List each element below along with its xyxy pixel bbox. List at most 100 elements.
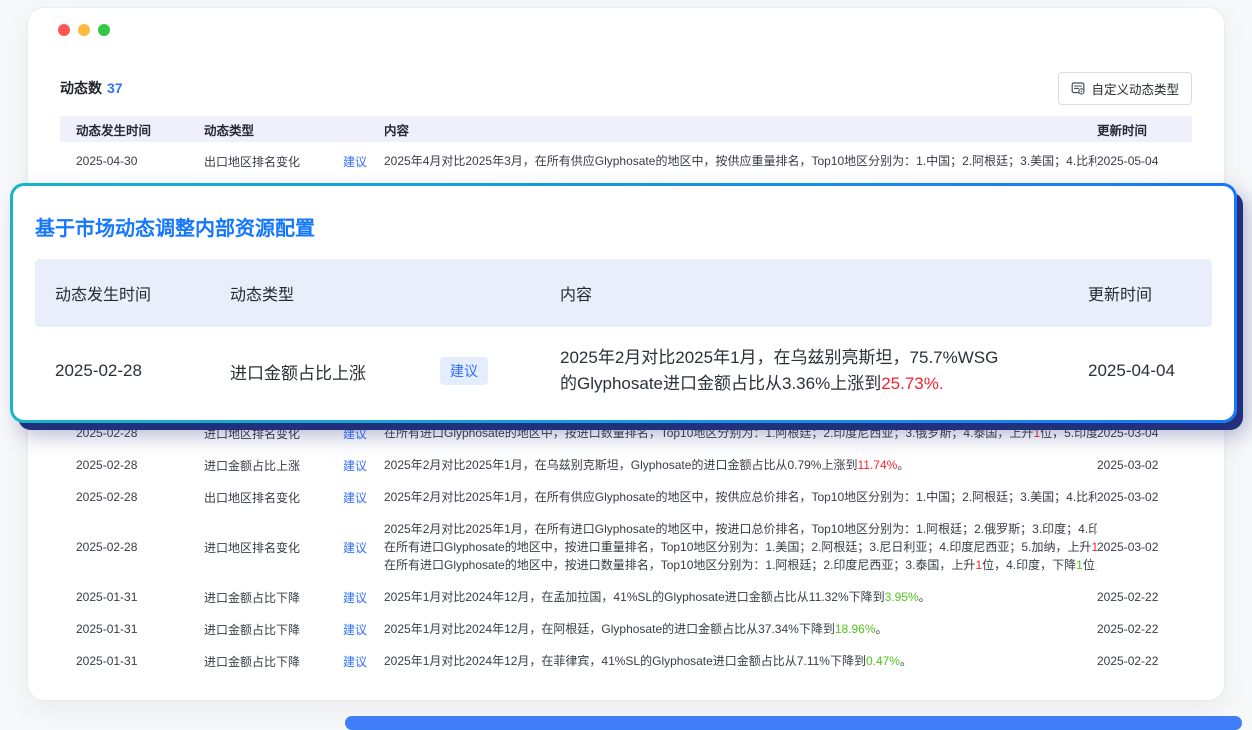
customize-form-icon (1071, 81, 1085, 95)
toolbar: 动态数 37 自定义动态类型 (60, 68, 1192, 108)
row-content: 2025年2月对比2025年1月，在所有供应Glyphosate的地区中，按供应… (384, 488, 1097, 506)
overlay-header-row: 动态发生时间 动态类型 内容 更新时间 (35, 259, 1212, 327)
row-updated: 2025-02-22 (1097, 654, 1192, 668)
content-text: 的Glyphosate进口金额占比从3.36%上涨到 (560, 374, 881, 393)
dynamics-count-label: 动态数 (60, 80, 102, 96)
content-line: 2025年2月对比2025年1月，在乌兹别克斯坦，Glyphosate的进口金额… (384, 456, 1097, 474)
row-type: 出口地区排名变化 (204, 153, 300, 170)
table-row[interactable]: 2025-04-30 出口地区排名变化 建议 2025年4月对比2025年3月，… (60, 145, 1192, 177)
row-suggest-link[interactable]: 建议 (343, 489, 367, 506)
table-row[interactable]: 2025-01-31 进口金额占比下降 建议 2025年1月对比2024年12月… (60, 613, 1192, 645)
row-time: 2025-02-28 (60, 458, 200, 472)
header-time: 动态发生时间 (60, 120, 200, 139)
content-text: 位，4.印度，下降 (982, 558, 1076, 572)
content-text: 2025年1月对比2024年12月，在孟加拉国，41%SL的Glyphosate… (384, 590, 885, 604)
row-type: 进口金额占比上涨 (204, 457, 300, 474)
row-suggest-link[interactable]: 建议 (343, 621, 367, 638)
overlay-header-content: 内容 (560, 281, 1065, 305)
highlight-red-text: 11.74% (857, 458, 897, 472)
overlay-row-updated: 2025-04-04 (1065, 361, 1212, 381)
highlight-green-text: 3.95% (885, 590, 919, 604)
row-content: 2025年1月对比2024年12月，在菲律宾，41%SL的Glyphosate进… (384, 652, 1097, 670)
window-controls (58, 24, 110, 36)
row-type: 进口地区排名变化 (204, 539, 300, 556)
row-suggest-link[interactable]: 建议 (343, 153, 367, 170)
content-line: 2025年2月对比2025年1月，在所有进口Glyphosate的地区中，按进口… (384, 520, 1097, 538)
table-row[interactable]: 2025-02-28 进口金额占比上涨 建议 2025年2月对比2025年1月，… (60, 449, 1192, 481)
overlay-table-row[interactable]: 2025-02-28 进口金额占比上涨 建议 2025年2月对比2025年1月，… (35, 327, 1212, 415)
row-updated: 2025-05-04 (1097, 154, 1192, 168)
row-time: 2025-04-30 (60, 154, 200, 168)
content-line: 在所有进口Glyphosate的地区中，按进口重量排名，Top10地区分别为：1… (384, 538, 1097, 556)
content-text: 2025年2月对比2025年1月，在乌兹别亮斯坦，75.7%WSG (560, 348, 998, 367)
row-suggest-link[interactable]: 建议 (343, 653, 367, 670)
row-updated: 2025-03-04 (1097, 426, 1192, 440)
row-content: 2025年4月对比2025年3月，在所有供应Glyphosate的地区中，按供应… (384, 152, 1097, 170)
table-row[interactable]: 2025-01-31 进口金额占比下降 建议 2025年1月对比2024年12月… (60, 645, 1192, 677)
content-text: 在所有进口Glyphosate的地区中，按进口数量排名，Top10地区分别为：1… (384, 558, 975, 572)
row-updated: 2025-02-22 (1097, 590, 1192, 604)
customize-dynamic-type-button[interactable]: 自定义动态类型 (1058, 72, 1192, 105)
content-text: 。 (900, 654, 912, 668)
content-text: 2025年1月对比2024年12月，在菲律宾，41%SL的Glyphosate进… (384, 654, 866, 668)
overlay-row-time: 2025-02-28 (35, 361, 230, 381)
row-type: 出口地区排名变化 (204, 489, 300, 506)
content-line: 2025年2月对比2025年1月，在所有供应Glyphosate的地区中，按供应… (384, 488, 1097, 506)
table-header-row: 动态发生时间 动态类型 内容 更新时间 (60, 116, 1192, 142)
header-content: 内容 (384, 120, 1097, 139)
row-suggest-link[interactable]: 建议 (343, 457, 367, 474)
row-content: 在所有进口Glyphosate的地区中，按进口数量排名，Top10地区分别为：1… (384, 424, 1097, 442)
content-text: 在所有进口Glyphosate的地区中，按进口数量排名，Top10地区分别为：1… (384, 426, 1033, 440)
highlight-green-text: 1 (1076, 558, 1083, 572)
overlay-header-updated: 更新时间 (1065, 281, 1212, 305)
row-content: 2025年1月对比2024年12月，在孟加拉国，41%SL的Glyphosate… (384, 588, 1097, 606)
content-text: 。 (876, 622, 888, 636)
row-content: 2025年1月对比2024年12月，在阿根廷，Glyphosate的进口金额占比… (384, 620, 1097, 638)
content-line: 2025年1月对比2024年12月，在阿根廷，Glyphosate的进口金额占比… (384, 620, 1097, 638)
content-line: 2025年1月对比2024年12月，在菲律宾，41%SL的Glyphosate进… (384, 652, 1097, 670)
content-text: 。 (897, 458, 909, 472)
row-suggest-link[interactable]: 建议 (343, 589, 367, 606)
content-line: 在所有进口Glyphosate的地区中，按进口数量排名，Top10地区分别为：1… (384, 556, 1097, 574)
table-row[interactable]: 2025-01-31 进口金额占比下降 建议 2025年1月对比2024年12月… (60, 581, 1192, 613)
overlay-header-time: 动态发生时间 (35, 281, 230, 305)
content-line: 2025年4月对比2025年3月，在所有供应Glyphosate的地区中，按供应… (384, 152, 1097, 170)
close-window-icon[interactable] (58, 24, 70, 36)
customize-button-label: 自定义动态类型 (1091, 79, 1179, 98)
highlight-green-text: 18.96% (835, 622, 876, 636)
highlight-overlay-card: 基于市场动态调整内部资源配置 动态发生时间 动态类型 内容 更新时间 2025-… (13, 186, 1234, 420)
highlight-overlay: 基于市场动态调整内部资源配置 动态发生时间 动态类型 内容 更新时间 2025-… (10, 183, 1237, 423)
content-text: 位，5.俄罗斯... (1083, 558, 1097, 572)
content-text: 2025年1月对比2024年12月，在阿根廷，Glyphosate的进口金额占比… (384, 622, 835, 636)
row-updated: 2025-03-02 (1097, 490, 1192, 504)
content-text: 。 (919, 590, 931, 604)
row-type: 进口金额占比下降 (204, 621, 300, 638)
table-row[interactable]: 2025-02-28 出口地区排名变化 建议 2025年2月对比2025年1月，… (60, 481, 1192, 513)
content-text: 位，5.印度，下降 (1040, 426, 1097, 440)
row-updated: 2025-03-02 (1097, 540, 1192, 554)
overlay-suggest-badge[interactable]: 建议 (440, 357, 488, 385)
overlay-row-type: 进口金额占比上涨 (230, 359, 366, 384)
minimize-window-icon[interactable] (78, 24, 90, 36)
row-updated: 2025-02-22 (1097, 622, 1192, 636)
row-updated: 2025-03-02 (1097, 458, 1192, 472)
maximize-window-icon[interactable] (98, 24, 110, 36)
row-time: 2025-02-28 (60, 426, 200, 440)
page-title: 动态数 37 (60, 78, 123, 98)
content-text: 在所有进口Glyphosate的地区中，按进口重量排名，Top10地区分别为：1… (384, 540, 1091, 554)
content-text: 2025年2月对比2025年1月，在所有进口Glyphosate的地区中，按进口… (384, 522, 1097, 536)
content-text: 2025年2月对比2025年1月，在乌兹别克斯坦，Glyphosate的进口金额… (384, 458, 857, 472)
highlight-green-text: 0.47% (866, 654, 900, 668)
dynamics-count-value: 37 (107, 80, 123, 96)
highlight-red-text: 25.73%. (881, 374, 943, 393)
row-suggest-link[interactable]: 建议 (343, 539, 367, 556)
row-type: 进口金额占比下降 (204, 589, 300, 606)
content-line: 在所有进口Glyphosate的地区中，按进口数量排名，Top10地区分别为：1… (384, 424, 1097, 442)
overlay-header-type: 动态类型 (230, 281, 560, 305)
overlay-row-content: 2025年2月对比2025年1月，在乌兹别亮斯坦，75.7%WSG 的Glypho… (560, 345, 1065, 397)
content-text: 2025年4月对比2025年3月，在所有供应Glyphosate的地区中，按供应… (384, 154, 1097, 168)
row-type: 进口地区排名变化 (204, 425, 300, 442)
row-time: 2025-01-31 (60, 590, 200, 604)
row-suggest-link[interactable]: 建议 (343, 425, 367, 442)
table-row[interactable]: 2025-02-28 进口地区排名变化 建议 2025年2月对比2025年1月，… (60, 513, 1192, 581)
